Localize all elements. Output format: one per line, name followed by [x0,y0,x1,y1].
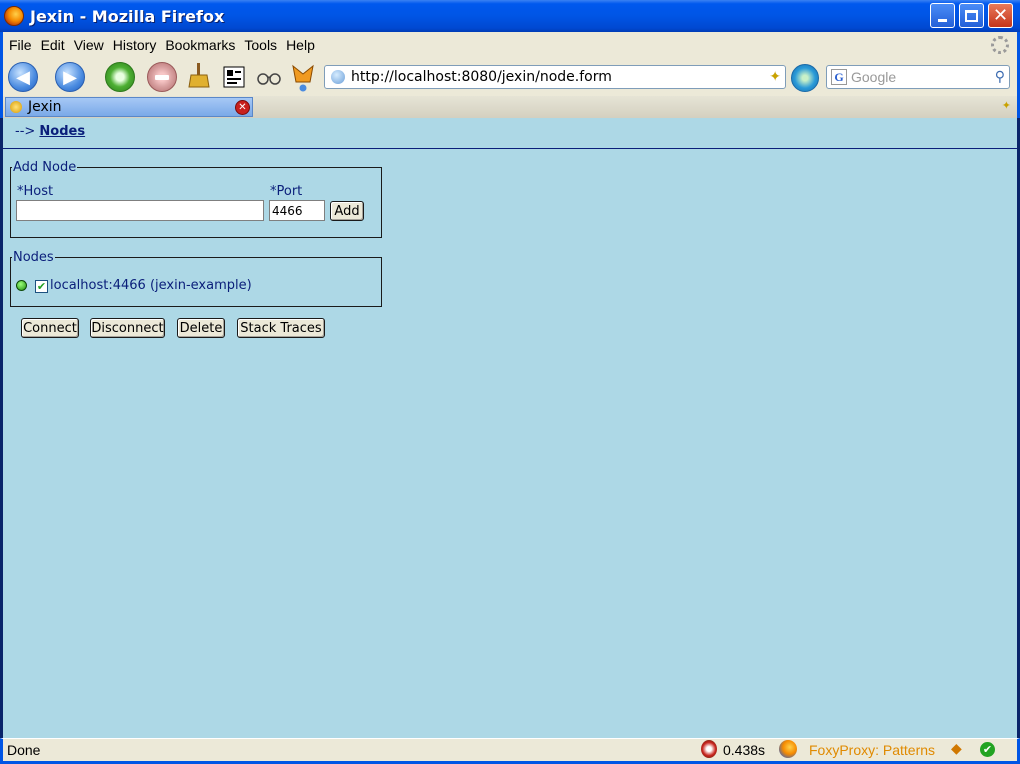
timer-icon [701,740,717,758]
menu-bookmarks[interactable]: Bookmarks [161,37,239,53]
close-window-button[interactable]: ✕ [988,3,1013,28]
node-label[interactable]: localhost:4466 (jexin-example) [50,278,252,293]
throbber-icon [991,36,1009,54]
menu-tools[interactable]: Tools [240,37,281,53]
node-status-icon [16,280,27,291]
tab-list-icon[interactable]: ✦ [1002,99,1011,112]
status-text: Done [7,742,41,758]
host-label: *Host [17,184,54,199]
tab-label: Jexin [28,99,62,115]
site-globe-icon [331,70,345,84]
divider [3,148,1017,149]
search-icon[interactable]: ⚲ [995,69,1005,85]
add-node-fieldset: Add Node [10,160,382,238]
back-arrow-icon: ◀ [16,66,30,88]
add-button[interactable]: Add [330,201,364,221]
connect-button[interactable]: Connect [21,318,79,338]
url-bar[interactable]: http://localhost:8080/jexin/node.form ✦ [324,65,786,89]
foxyproxy-status[interactable]: FoxyProxy: Patterns [809,742,935,758]
breadcrumb-prefix: --> [15,124,36,139]
tab-close-icon[interactable]: ✕ [235,100,250,115]
title-bar: Jexin - Mozilla Firefox ✕ [0,0,1020,32]
delete-button[interactable]: Delete [177,318,225,338]
go-button[interactable] [791,64,819,92]
host-input[interactable] [16,200,264,221]
menu-bar: File Edit View History Bookmarks Tools H… [0,32,1020,58]
page-info-icon[interactable] [223,66,245,88]
firefox-icon [4,6,24,26]
glasses-icon[interactable] [256,66,282,88]
menu-file[interactable]: File [5,37,36,53]
add-node-legend: Add Node [13,160,77,175]
forward-button[interactable]: ▶ [55,62,85,92]
tab-jexin[interactable]: Jexin ✕ [5,97,253,117]
google-icon[interactable]: G [831,69,847,85]
search-placeholder: Google [851,69,897,85]
search-input[interactable]: G Google ⚲ [826,65,1010,89]
reload-button[interactable] [105,62,135,92]
check-ok-icon: ✔ [980,742,995,757]
foxyproxy-icon[interactable] [290,62,316,92]
stop-icon [155,75,169,80]
url-text: http://localhost:8080/jexin/node.form [351,69,612,85]
firefox-status-icon[interactable] [779,740,797,758]
back-button[interactable]: ◀ [8,62,38,92]
maximize-icon [965,9,978,22]
broom-icon[interactable] [188,62,210,88]
port-label: *Port [270,184,303,199]
minimize-icon [938,19,947,22]
foxyproxy-fox-icon[interactable]: ◆ [951,741,962,757]
tab-favicon-icon [10,101,22,113]
stack-traces-button[interactable]: Stack Traces [237,318,325,338]
breadcrumb-nodes-link[interactable]: Nodes [39,124,85,139]
load-time: 0.438s [723,742,766,758]
menu-history[interactable]: History [109,37,161,53]
node-checkbox[interactable]: ✔ [35,280,48,293]
breadcrumb: --> Nodes [15,124,85,139]
tab-strip: Jexin ✕ ✦ [0,96,1020,118]
forward-arrow-icon: ▶ [63,66,77,88]
menu-view[interactable]: View [70,37,108,53]
menu-help[interactable]: Help [282,37,319,53]
nodes-legend: Nodes [13,250,54,265]
page-content: --> Nodes Add Node *Host *Port Add Nodes… [3,118,1017,738]
disconnect-button[interactable]: Disconnect [90,318,165,338]
maximize-button[interactable] [959,3,984,28]
close-icon: ✕ [992,4,1009,26]
status-bar: Done 0.438s FoxyProxy: Patterns ◆ ✔ [0,738,1020,764]
minimize-button[interactable] [930,3,955,28]
feed-star-icon[interactable]: ✦ [769,69,781,85]
menu-edit[interactable]: Edit [37,37,69,53]
port-input[interactable] [269,200,325,221]
stop-button[interactable] [147,62,177,92]
window-title: Jexin - Mozilla Firefox [30,6,225,26]
